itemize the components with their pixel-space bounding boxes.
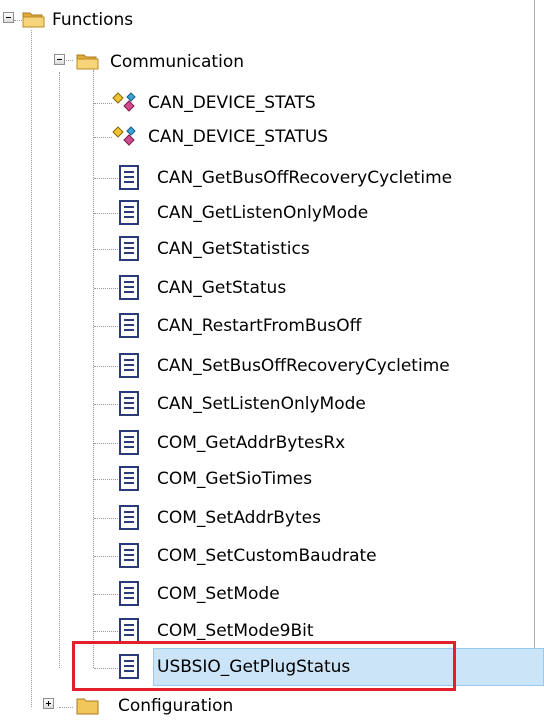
expand-toggle[interactable]	[43, 698, 54, 709]
tree-guide-group	[59, 72, 60, 668]
tree-connector	[94, 631, 118, 632]
tree-item[interactable]: CAN_GetStatistics	[118, 233, 310, 265]
document-icon	[119, 618, 139, 643]
tree-connector	[94, 518, 118, 519]
document-icon	[119, 466, 139, 491]
tree-item[interactable]: CAN_GetBusOffRecoveryCycletime	[118, 162, 452, 194]
tree-item[interactable]: COM_SetMode9Bit	[118, 615, 314, 647]
document-icon	[119, 353, 139, 378]
tree-connector	[94, 556, 118, 557]
tree-node-functions[interactable]: Functions	[22, 4, 133, 36]
tree-item-label: CAN_GetListenOnlyMode	[157, 203, 369, 223]
tree-item-label: USBSIO_GetPlugStatus	[157, 657, 351, 677]
tree-node-communication[interactable]: Communication	[76, 46, 244, 78]
tree-connector	[94, 366, 118, 367]
tree-connector	[94, 103, 112, 104]
document-icon	[119, 430, 139, 455]
tree-item-label: COM_SetMode	[157, 584, 280, 604]
tree-item-label: COM_SetAddrBytes	[157, 508, 321, 528]
folder-open-icon	[76, 54, 99, 70]
tree-item[interactable]: CAN_SetListenOnlyMode	[118, 388, 366, 420]
tree-connector	[59, 707, 73, 708]
tree-connector	[94, 594, 118, 595]
tree-connector	[94, 479, 118, 480]
document-icon	[119, 200, 139, 225]
document-icon	[119, 391, 139, 416]
tree-item-label: COM_SetCustomBaudrate	[157, 546, 377, 566]
tree-item[interactable]: CAN_DEVICE_STATUS	[112, 121, 328, 153]
tree-guide-root	[31, 30, 32, 707]
document-icon	[119, 505, 139, 530]
tree-item-label: CAN_DEVICE_STATUS	[148, 127, 329, 147]
tree-connector	[94, 213, 118, 214]
document-icon	[119, 581, 139, 606]
tree-item-label: CAN_DEVICE_STATS	[148, 93, 316, 113]
document-icon	[119, 313, 139, 338]
tree-item[interactable]: CAN_DEVICE_STATS	[112, 87, 316, 119]
tree-node-label: Configuration	[118, 696, 234, 716]
struct-icon	[112, 92, 136, 112]
tree-item-label: CAN_GetBusOffRecoveryCycletime	[157, 168, 453, 188]
collapse-toggle[interactable]	[3, 12, 14, 23]
tree-item-label: CAN_SetBusOffRecoveryCycletime	[157, 356, 450, 376]
collapse-toggle[interactable]	[54, 54, 65, 65]
document-icon	[119, 543, 139, 568]
tree-item-label: CAN_GetStatistics	[157, 239, 310, 259]
tree-item-label: CAN_SetListenOnlyMode	[157, 394, 366, 414]
tree-item-selected[interactable]: USBSIO_GetPlugStatus	[118, 651, 350, 683]
tree-node-label: Communication	[110, 52, 244, 72]
tree-item[interactable]: COM_GetSioTimes	[118, 463, 312, 495]
tree-item-label: COM_SetMode9Bit	[157, 621, 314, 641]
tree-connector	[94, 668, 118, 669]
tree-node-label: Functions	[52, 10, 134, 30]
tree-item-label: COM_GetSioTimes	[157, 469, 313, 489]
document-icon	[119, 654, 139, 679]
tree-node-configuration[interactable]: Configuration	[76, 690, 233, 722]
tree-item-label: COM_GetAddrBytesRx	[157, 433, 346, 453]
tree-item-label: CAN_GetStatus	[157, 278, 287, 298]
tree-connector	[94, 443, 118, 444]
tree-item[interactable]: CAN_GetListenOnlyMode	[118, 197, 368, 229]
tree-connector	[94, 249, 118, 250]
tree-item[interactable]: COM_SetMode	[118, 578, 280, 610]
tree-item[interactable]: COM_GetAddrBytesRx	[118, 427, 345, 459]
struct-icon	[112, 126, 136, 146]
tree-connector	[94, 404, 118, 405]
tree-connector	[94, 326, 118, 327]
tree-item-label: CAN_RestartFromBusOff	[157, 316, 362, 336]
tree-item[interactable]: CAN_RestartFromBusOff	[118, 310, 361, 342]
tree-item[interactable]: CAN_GetStatus	[118, 272, 286, 304]
tree-item[interactable]: COM_SetAddrBytes	[118, 502, 321, 534]
document-icon	[119, 165, 139, 190]
tree-item[interactable]: COM_SetCustomBaudrate	[118, 540, 377, 572]
folder-open-icon	[22, 12, 45, 28]
tree-item[interactable]: CAN_SetBusOffRecoveryCycletime	[118, 350, 450, 382]
tree-connector	[94, 137, 112, 138]
document-icon	[119, 236, 139, 261]
panel-divider	[534, 0, 535, 648]
tree-guide-items	[93, 70, 94, 668]
tree-connector	[94, 288, 118, 289]
folder-icon	[76, 698, 99, 715]
document-icon	[119, 275, 139, 300]
tree-connector	[94, 178, 118, 179]
